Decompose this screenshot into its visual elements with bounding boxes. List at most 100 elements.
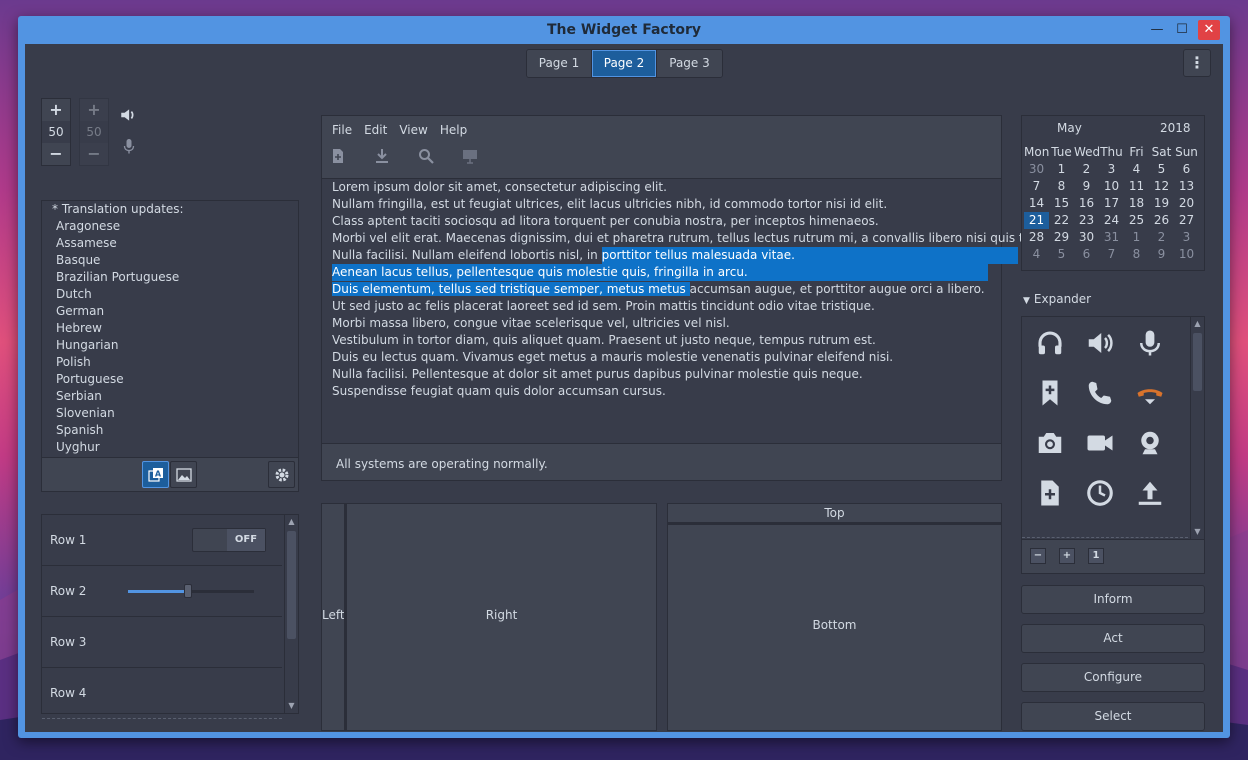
- act-button[interactable]: Act: [1021, 624, 1205, 653]
- image-mode-button[interactable]: [170, 461, 197, 488]
- calendar-day[interactable]: 21: [1024, 212, 1049, 229]
- calendar-day[interactable]: 10: [1174, 246, 1199, 263]
- calendar-day[interactable]: 30: [1074, 229, 1099, 246]
- row-1[interactable]: Row 1 OFF: [42, 515, 282, 566]
- menu-edit[interactable]: Edit: [360, 120, 391, 140]
- menu-view[interactable]: View: [395, 120, 431, 140]
- add-icon[interactable]: +: [1059, 548, 1075, 564]
- microphone-small-icon[interactable]: [121, 137, 137, 155]
- calendar-day[interactable]: 18: [1124, 195, 1149, 212]
- calendar-day[interactable]: 25: [1124, 212, 1149, 229]
- calendar-day[interactable]: 2: [1149, 229, 1174, 246]
- hangup-icon[interactable]: [1130, 373, 1170, 413]
- menu-file[interactable]: File: [328, 120, 356, 140]
- scroll-down-icon[interactable]: ▼: [285, 699, 298, 713]
- icon-view-scrollbar[interactable]: ▲ ▼: [1190, 317, 1204, 539]
- presentation-icon[interactable]: [462, 148, 478, 164]
- close-button[interactable]: ✕: [1198, 20, 1220, 40]
- row-2[interactable]: Row 2: [42, 566, 282, 617]
- calendar-day[interactable]: 27: [1174, 212, 1199, 229]
- remove-icon[interactable]: −: [1030, 548, 1046, 564]
- calendar-day[interactable]: 19: [1149, 195, 1174, 212]
- upload-icon[interactable]: [1130, 473, 1170, 513]
- list-item[interactable]: Basque: [42, 252, 298, 269]
- spin-value[interactable]: 50: [42, 121, 70, 143]
- scroll-thumb[interactable]: [1193, 333, 1202, 391]
- calendar-day[interactable]: 16: [1074, 195, 1099, 212]
- list-item[interactable]: Dutch: [42, 286, 298, 303]
- calendar-day[interactable]: 15: [1049, 195, 1074, 212]
- list-item[interactable]: Hungarian: [42, 337, 298, 354]
- list-item[interactable]: Portuguese: [42, 371, 298, 388]
- expander[interactable]: ▼ Expander: [1023, 292, 1091, 306]
- calendar-year[interactable]: 2018: [1160, 121, 1191, 135]
- calendar-day[interactable]: 7: [1024, 178, 1049, 195]
- scroll-thumb[interactable]: [287, 531, 296, 639]
- list-item[interactable]: Serbian: [42, 388, 298, 405]
- search-icon[interactable]: [418, 148, 434, 164]
- text-mode-button[interactable]: A: [142, 461, 169, 488]
- camera-photo-icon[interactable]: [1030, 423, 1070, 463]
- calendar-month[interactable]: May: [1057, 121, 1082, 135]
- calendar-day[interactable]: 26: [1149, 212, 1174, 229]
- new-document-icon[interactable]: [330, 148, 346, 164]
- calendar-day[interactable]: 29: [1049, 229, 1074, 246]
- calendar-day[interactable]: 6: [1174, 161, 1199, 178]
- list-item[interactable]: Uyghur: [42, 439, 298, 456]
- calendar-day[interactable]: 3: [1174, 229, 1199, 246]
- calendar-day[interactable]: 4: [1124, 161, 1149, 178]
- list-item[interactable]: Polish: [42, 354, 298, 371]
- list-item[interactable]: Assamese: [42, 235, 298, 252]
- pane-separator[interactable]: [668, 522, 1001, 525]
- slider-handle[interactable]: [184, 584, 193, 598]
- tab-page-1[interactable]: Page 1: [527, 50, 592, 77]
- calendar-day[interactable]: 22: [1049, 212, 1074, 229]
- calendar-day[interactable]: 8: [1124, 246, 1149, 263]
- calendar-day[interactable]: 1: [1124, 229, 1149, 246]
- volume-icon[interactable]: [119, 106, 137, 124]
- calendar-day[interactable]: 28: [1024, 229, 1049, 246]
- calendar-day[interactable]: 14: [1024, 195, 1049, 212]
- switch-toggle[interactable]: OFF: [192, 528, 266, 552]
- speaker-icon[interactable]: [1080, 323, 1120, 363]
- calendar-day[interactable]: 13: [1174, 178, 1199, 195]
- calendar-day[interactable]: 31: [1099, 229, 1124, 246]
- list-item[interactable]: Hebrew: [42, 320, 298, 337]
- calendar-day[interactable]: 10: [1099, 178, 1124, 195]
- tab-page-2[interactable]: Page 2: [592, 50, 657, 77]
- calendar-day[interactable]: 24: [1099, 212, 1124, 229]
- tab-page-3[interactable]: Page 3: [657, 50, 722, 77]
- list-item[interactable]: Brazilian Portuguese: [42, 269, 298, 286]
- camera-video-icon[interactable]: [1080, 423, 1120, 463]
- increment-button[interactable]: +: [42, 99, 70, 121]
- maximize-button[interactable]: ☐: [1171, 20, 1193, 40]
- row-4[interactable]: Row 4: [42, 668, 282, 719]
- app-menu-button[interactable]: ⋮: [1183, 49, 1211, 77]
- text-view[interactable]: Lorem ipsum dolor sit amet, consectetur …: [322, 178, 1055, 444]
- scroll-up-icon[interactable]: ▲: [1191, 317, 1204, 331]
- configure-button[interactable]: Configure: [1021, 663, 1205, 692]
- calendar-day[interactable]: 4: [1024, 246, 1049, 263]
- calendar-day[interactable]: 12: [1149, 178, 1174, 195]
- calendar-day[interactable]: 3: [1099, 161, 1124, 178]
- calendar-day[interactable]: 9: [1149, 246, 1174, 263]
- menu-help[interactable]: Help: [436, 120, 471, 140]
- clock-icon[interactable]: [1080, 473, 1120, 513]
- calendar-day[interactable]: 23: [1074, 212, 1099, 229]
- one-icon[interactable]: 1: [1088, 548, 1104, 564]
- microphone-icon[interactable]: [1130, 323, 1170, 363]
- calendar-day[interactable]: 5: [1149, 161, 1174, 178]
- calendar-day[interactable]: 20: [1174, 195, 1199, 212]
- document-new-icon[interactable]: [1030, 473, 1070, 513]
- headphones-icon[interactable]: [1030, 323, 1070, 363]
- calendar-day[interactable]: 2: [1074, 161, 1099, 178]
- phone-icon[interactable]: [1080, 373, 1120, 413]
- list-item[interactable]: German: [42, 303, 298, 320]
- row-3[interactable]: Row 3: [42, 617, 282, 668]
- calendar-day[interactable]: 5: [1049, 246, 1074, 263]
- rows-scrollbar[interactable]: ▲ ▼: [284, 515, 298, 713]
- calendar-day[interactable]: 11: [1124, 178, 1149, 195]
- calendar-day[interactable]: 17: [1099, 195, 1124, 212]
- inform-button[interactable]: Inform: [1021, 585, 1205, 614]
- webcam-icon[interactable]: [1130, 423, 1170, 463]
